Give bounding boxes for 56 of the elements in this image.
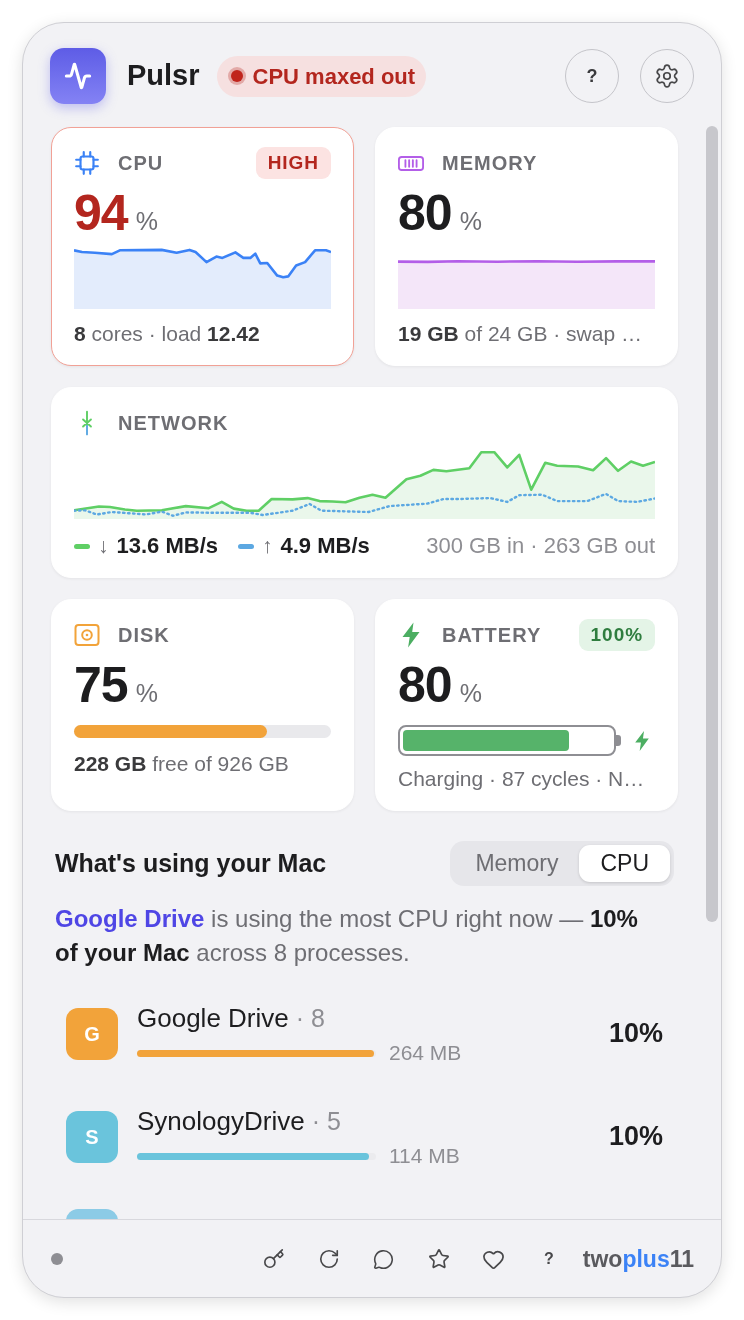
app-link[interactable]: Google Drive	[55, 905, 205, 932]
process-count: · 8	[295, 1003, 325, 1033]
unit-label: %	[135, 678, 158, 708]
direction-arrow: ↑	[262, 534, 273, 558]
process-memory: 114 MB	[389, 1145, 460, 1167]
card-footer-text: 8 cores · load 12.42	[74, 322, 261, 346]
usage-value: 75	[74, 661, 128, 709]
usage-value: 94	[74, 189, 128, 237]
usage-summary: Google Drive is using the most CPU right now — 10% of your Mac across 8 processes.	[55, 904, 639, 968]
app-initial-icon: S	[66, 1110, 118, 1163]
refresh-icon	[317, 1248, 340, 1270]
help-button[interactable]: ?	[530, 1241, 567, 1277]
key-icon	[262, 1248, 285, 1270]
process-count: · 5	[311, 1106, 341, 1136]
app-initial-icon: G	[66, 1007, 118, 1060]
speech-bubble-icon	[373, 1248, 395, 1270]
segment-tab[interactable]: Memory	[454, 845, 580, 882]
usage-value: 80	[398, 189, 452, 237]
transfer-rate: 4.9 MB/s	[280, 534, 370, 558]
chip-icon	[74, 150, 100, 176]
scrollbar-thumb[interactable]	[706, 126, 718, 922]
settings-icon	[654, 63, 680, 89]
card-title: DISK	[118, 623, 170, 648]
process-percent: 10%	[608, 1017, 663, 1051]
status-text: CPU maxed out	[252, 62, 416, 91]
card-title: MEMORY	[442, 151, 538, 176]
direction-arrow: ↓	[98, 534, 109, 558]
card-title: CPU	[118, 151, 164, 176]
unit-label: %	[135, 206, 158, 236]
pulse-icon	[50, 48, 106, 104]
card-footer-text: 19 GB of 24 GB · swap …	[398, 322, 643, 346]
unit-label: %	[459, 206, 482, 236]
section-title: What's using your Mac	[55, 847, 327, 879]
process-name: Google Drive	[137, 1003, 289, 1033]
memory-module-icon	[398, 154, 424, 172]
status-dot-icon	[51, 1253, 63, 1265]
lightning-bolt-icon	[401, 622, 421, 648]
app-name: Pulsr	[127, 58, 200, 94]
process-memory: 264 MB	[389, 1042, 462, 1064]
star-icon	[427, 1248, 450, 1270]
network-activity-icon	[80, 410, 94, 436]
usage-value: 80	[398, 661, 452, 709]
unit-label: %	[459, 678, 482, 708]
process-percent: 10%	[608, 1120, 663, 1154]
process-name: SynologyDrive	[137, 1106, 305, 1136]
segment-tab[interactable]: CPU	[579, 845, 670, 882]
level-badge: 100%	[578, 619, 655, 651]
traffic-totals: 300 GB in · 263 GB out	[426, 534, 655, 558]
alert-dot-icon	[227, 67, 246, 85]
card-title: NETWORK	[118, 411, 229, 436]
card-title: BATTERY	[442, 623, 542, 648]
transfer-rate: 13.6 MB/s	[116, 534, 218, 558]
card-footer-text: 228 GB free of 926 GB	[74, 752, 290, 776]
card-footer-text: Charging · 87 cycles · N…	[398, 767, 646, 791]
level-badge: HIGH	[255, 147, 331, 179]
logo-text[interactable]: twoplus11	[582, 1241, 694, 1277]
